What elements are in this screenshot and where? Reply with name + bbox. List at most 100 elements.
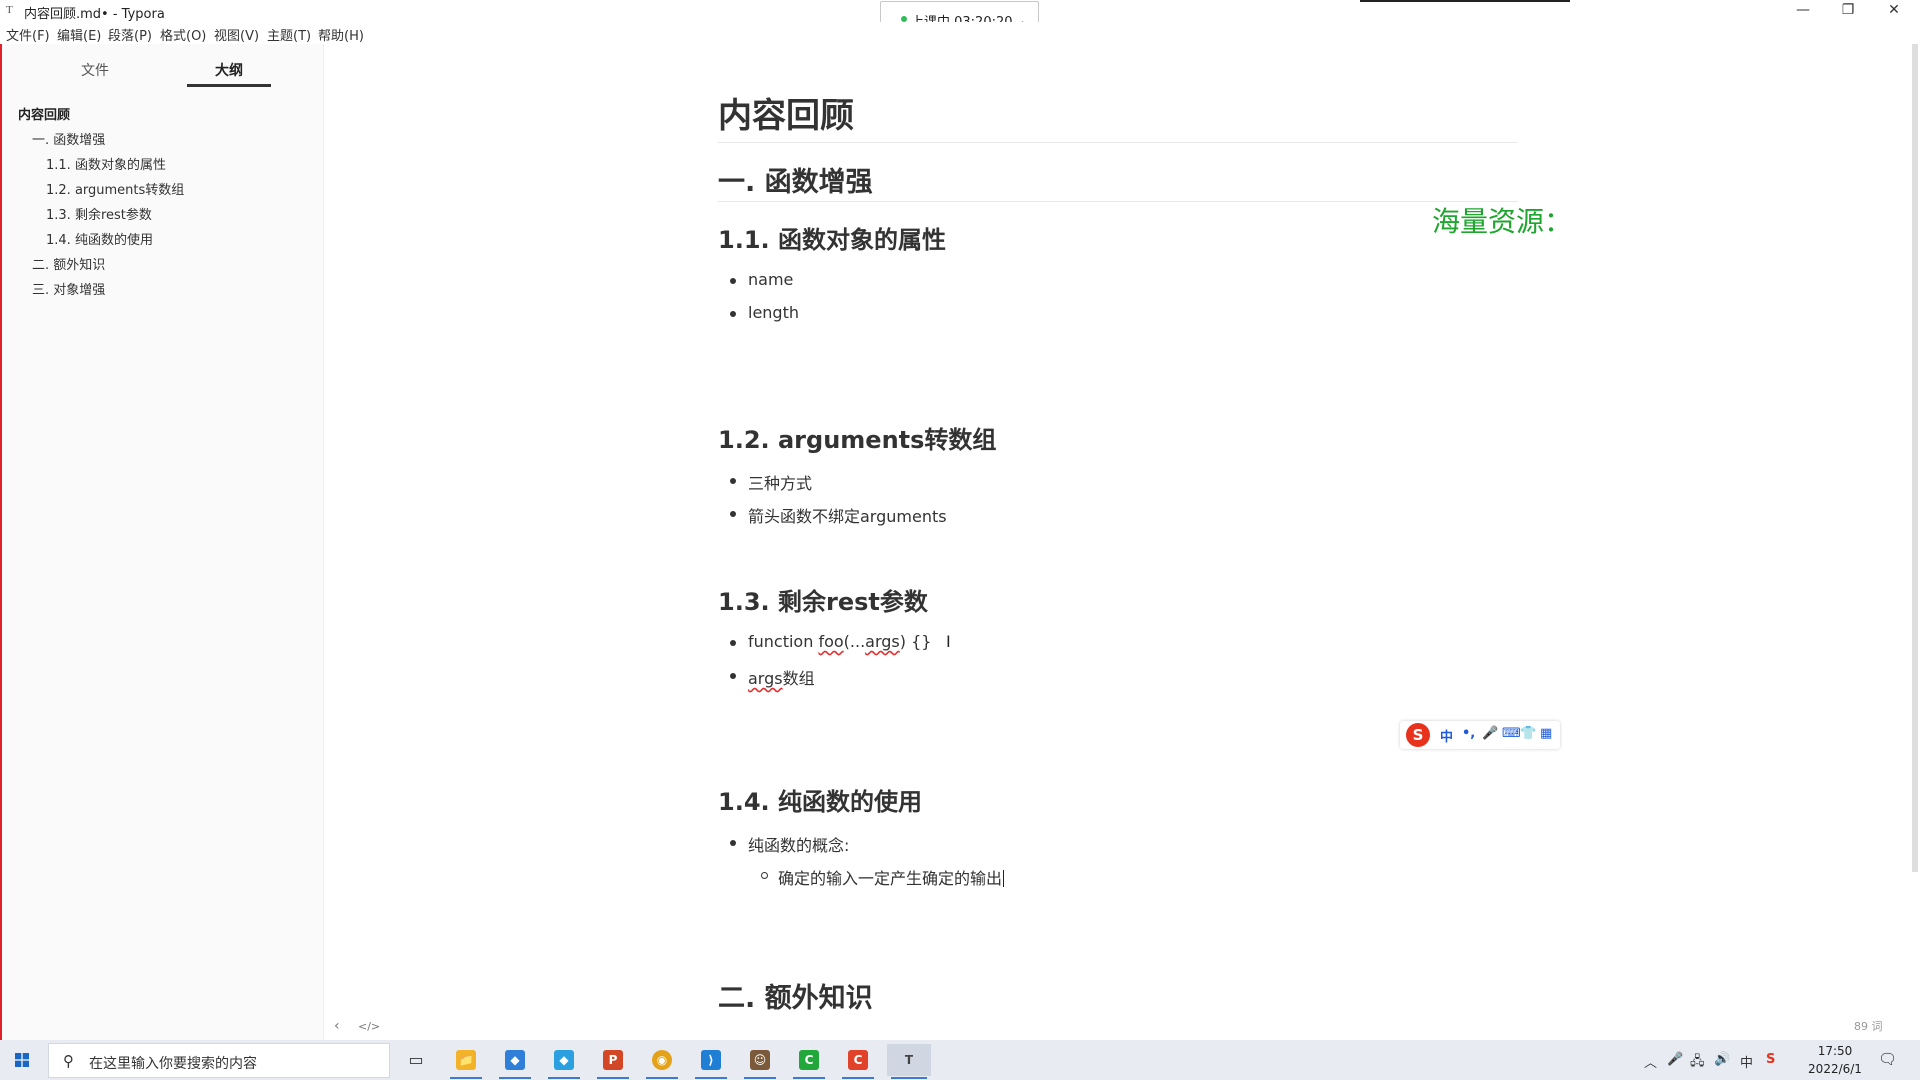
app-icon: C	[799, 1050, 819, 1070]
window-title: 内容回顾.md• - Typora	[24, 7, 165, 22]
ime-mode-icon[interactable]: 中	[1440, 726, 1453, 745]
spellcheck-word: foo	[818, 632, 844, 651]
menu-bar: 文件(F) 编辑(E) 段落(P) 格式(O) 视图(V) 主题(T) 帮助(H…	[0, 22, 1920, 44]
editor-scrollbar[interactable]	[1912, 44, 1918, 872]
taskbar: ⚲ 在这里输入你要搜索的内容 ▭ 📁 ◆ ◆ P ◉ ⟩ ☺ C C T ︿ 🎤…	[0, 1040, 1920, 1080]
section-heading: 二. 额外知识	[718, 983, 873, 1014]
outline-item[interactable]: 内容回顾	[18, 104, 70, 123]
app-icon: C	[848, 1050, 868, 1070]
start-button[interactable]	[0, 1040, 46, 1080]
spellcheck-word: args	[748, 669, 783, 688]
menu-help[interactable]: 帮助(H)	[318, 25, 364, 44]
taskbar-app-vscode[interactable]: ⟩	[691, 1044, 731, 1079]
volume-icon[interactable]: 🔊	[1714, 1052, 1730, 1067]
tray-overflow-icon[interactable]: ︿	[1644, 1052, 1657, 1071]
list-item: length	[730, 303, 799, 322]
sub-list-item: 确定的输入一定产生确定的输出	[760, 865, 1005, 889]
outline-item[interactable]: 1.2. arguments转数组	[46, 179, 184, 198]
source-mode-icon[interactable]: </>	[358, 1020, 380, 1033]
taskbar-app-red[interactable]: C	[838, 1044, 878, 1079]
list-item: args数组	[730, 665, 815, 689]
screen-top-line	[1360, 0, 1570, 2]
vscode-icon: ⟩	[701, 1050, 721, 1070]
active-tab-indicator	[187, 84, 271, 87]
tab-files[interactable]: 文件	[53, 60, 137, 80]
taskbar-app-file-explorer[interactable]: 📁	[446, 1044, 486, 1079]
menu-format[interactable]: 格式(O)	[160, 25, 206, 44]
heading-rule	[718, 142, 1518, 143]
ime-keyboard-icon[interactable]: ⌨	[1502, 726, 1521, 741]
menu-theme[interactable]: 主题(T)	[267, 25, 311, 44]
sogou-tray-icon[interactable]: S	[1766, 1052, 1775, 1067]
outline-item[interactable]: 一. 函数增强	[32, 129, 105, 148]
outline-item[interactable]: 1.3. 剩余rest参数	[46, 204, 152, 223]
taskbar-app-typora[interactable]: T	[887, 1044, 931, 1079]
sogou-logo-icon[interactable]: S	[1406, 723, 1430, 747]
powerpoint-icon: P	[603, 1050, 623, 1070]
taskbar-app-blue-2[interactable]: ◆	[544, 1044, 584, 1079]
close-button[interactable]: ✕	[1874, 0, 1914, 22]
ime-punctuation-icon[interactable]: •,	[1462, 726, 1475, 741]
section-heading: 一. 函数增强	[718, 167, 873, 198]
task-view-button[interactable]: ▭	[396, 1044, 436, 1076]
code-text: (...	[843, 632, 866, 651]
taskbar-app-green[interactable]: C	[789, 1044, 829, 1079]
subsection-heading: 1.1. 函数对象的属性	[718, 226, 946, 254]
chevron-left-icon[interactable]: ‹	[334, 1018, 340, 1034]
task-view-icon: ▭	[408, 1050, 424, 1069]
typora-icon: T	[904, 1053, 914, 1067]
tab-outline[interactable]: 大纲	[187, 60, 271, 80]
editor-area[interactable]: 内容回顾 一. 函数增强 1.1. 函数对象的属性 name length 1.…	[324, 44, 1914, 1040]
restore-button[interactable]: ❐	[1828, 0, 1868, 22]
spellcheck-word: args	[865, 632, 900, 651]
search-icon: ⚲	[63, 1052, 74, 1070]
menu-file[interactable]: 文件(F)	[6, 25, 50, 44]
taskbar-app-powerpoint[interactable]: P	[593, 1044, 633, 1079]
network-icon[interactable]: 🖧	[1690, 1052, 1705, 1074]
list-text: 数组	[782, 669, 815, 688]
app-icon: ◆	[554, 1050, 574, 1070]
ime-tray-icon[interactable]: 中	[1740, 1052, 1753, 1071]
subsection-heading: 1.3. 剩余rest参数	[718, 588, 928, 616]
outline-item[interactable]: 1.4. 纯函数的使用	[46, 229, 153, 248]
code-text: function	[748, 632, 819, 651]
outline-item[interactable]: 二. 额外知识	[32, 254, 105, 273]
clock-time: 17:50	[1817, 1044, 1853, 1058]
folder-icon: 📁	[456, 1050, 476, 1070]
ime-toolbox-icon[interactable]: ▦	[1540, 726, 1552, 741]
windows-logo-icon	[15, 1053, 29, 1067]
menu-paragraph[interactable]: 段落(P)	[108, 25, 152, 44]
watermark-text: 海量资源：	[1432, 205, 1573, 238]
taskbar-app-avatar[interactable]: ☺	[740, 1044, 780, 1079]
list-item: function foo(...args) {}	[729, 632, 932, 651]
list-item: 箭头函数不绑定arguments	[730, 503, 947, 527]
microphone-icon[interactable]: 🎤	[1667, 1052, 1683, 1067]
taskbar-app-blue-1[interactable]: ◆	[495, 1044, 535, 1079]
ime-skin-icon[interactable]: 👕	[1520, 726, 1536, 741]
insertion-caret	[1003, 870, 1005, 887]
code-text: ) {}	[899, 632, 932, 651]
taskbar-app-chrome[interactable]: ◉	[642, 1044, 682, 1079]
outline-item[interactable]: 三. 对象增强	[32, 279, 105, 298]
minimize-button[interactable]: —	[1783, 0, 1823, 22]
clock-date: 2022/6/1	[1808, 1062, 1862, 1076]
ime-toolbar[interactable]: S 中 •, 🎤 ⌨ 👕 ▦	[1400, 721, 1560, 749]
search-placeholder: 在这里输入你要搜索的内容	[89, 1056, 257, 1072]
avatar-icon: ☺	[750, 1050, 770, 1070]
system-clock[interactable]: 17:50 2022/6/1	[1804, 1042, 1866, 1078]
notification-icon[interactable]: 🗨	[1878, 1050, 1897, 1068]
menu-edit[interactable]: 编辑(E)	[57, 25, 101, 44]
subsection-heading: 1.2. arguments转数组	[718, 426, 997, 454]
heading-rule	[718, 201, 1518, 202]
list-item: 纯函数的概念:	[729, 832, 849, 856]
menu-view[interactable]: 视图(V)	[214, 25, 259, 44]
taskbar-search-box[interactable]: ⚲ 在这里输入你要搜索的内容	[48, 1043, 390, 1078]
list-text: 确定的输入一定产生确定的输出	[778, 869, 1003, 888]
word-count[interactable]: 89 词	[1854, 1018, 1883, 1034]
editor-status-bar: ‹ </> 89 词	[324, 1012, 1914, 1040]
sidebar: 文件 大纲 内容回顾 一. 函数增强 1.1. 函数对象的属性 1.2. arg…	[2, 44, 324, 1040]
typora-app-icon: T	[6, 4, 13, 16]
chrome-icon: ◉	[652, 1050, 672, 1070]
outline-item[interactable]: 1.1. 函数对象的属性	[46, 154, 166, 173]
ime-voice-icon[interactable]: 🎤	[1482, 726, 1498, 741]
